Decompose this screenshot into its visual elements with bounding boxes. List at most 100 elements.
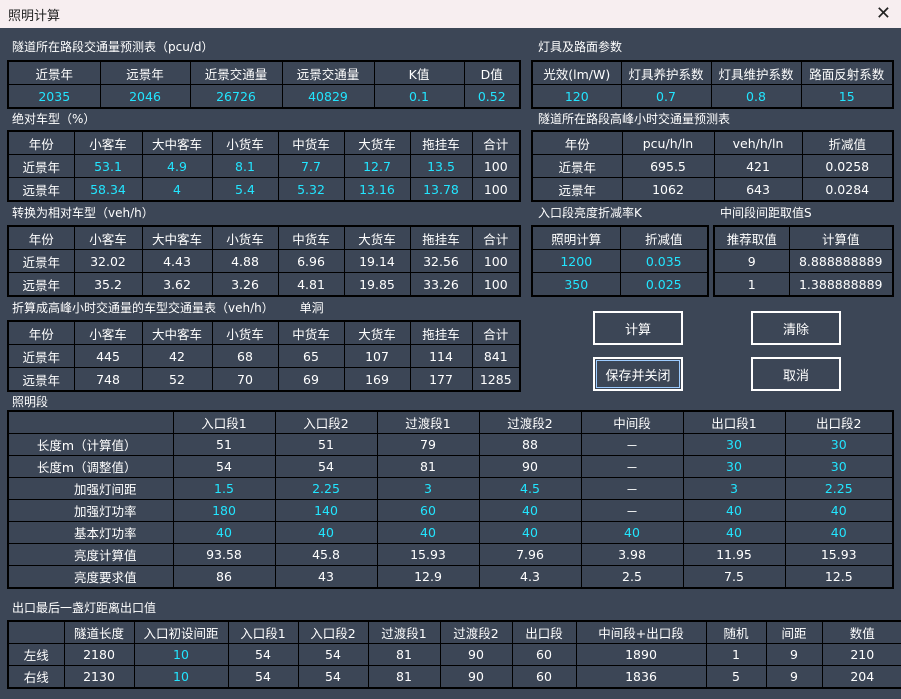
table-cell[interactable]: 右线 <box>7 665 65 689</box>
table-cell[interactable]: 长度m（计算值） <box>7 433 174 456</box>
table-cell[interactable]: 35.2 <box>73 272 143 297</box>
table-cell[interactable]: 86 <box>172 565 276 589</box>
table-cell[interactable]: 90 <box>478 455 582 478</box>
table-cell[interactable]: 7.96 <box>478 543 582 566</box>
table-cell[interactable]: 3 <box>376 477 480 500</box>
table-cell[interactable]: 32.56 <box>409 249 473 273</box>
table-cell[interactable]: 40 <box>784 499 894 522</box>
table-cell[interactable]: 40 <box>682 499 786 522</box>
table-cell[interactable]: 0.52 <box>463 84 521 109</box>
table-cell[interactable]: 19.14 <box>343 249 411 273</box>
table-cell[interactable]: 43 <box>274 565 378 589</box>
table-cell[interactable]: 亮度要求值 <box>7 565 174 589</box>
table-cell[interactable]: － <box>580 455 684 478</box>
table-cell[interactable]: 51 <box>274 433 378 456</box>
table-cell[interactable]: 140 <box>274 499 378 522</box>
table-cell[interactable]: 加强灯间距 <box>7 477 174 500</box>
table-cell[interactable]: 13.78 <box>409 177 473 202</box>
table-cell[interactable]: 40 <box>274 521 378 544</box>
table-cell[interactable]: 204 <box>821 665 901 689</box>
table-cell[interactable]: 19.85 <box>343 272 411 297</box>
table-cell[interactable]: 54 <box>227 643 299 666</box>
table-cell[interactable]: 11.95 <box>682 543 786 566</box>
table-cell[interactable]: 40 <box>580 521 684 544</box>
table-cell[interactable]: 421 <box>713 154 803 178</box>
table-cell[interactable]: 1285 <box>471 367 521 392</box>
table-cell[interactable]: 近景年 <box>7 344 75 368</box>
table-cell[interactable]: 42 <box>141 344 213 368</box>
table-cell[interactable]: 54 <box>297 643 369 666</box>
table-cell[interactable]: 远景年 <box>7 367 75 392</box>
table-cell[interactable]: 13.5 <box>409 154 473 178</box>
table-cell[interactable]: 4 <box>141 177 213 202</box>
table-cell[interactable]: 2046 <box>99 84 191 109</box>
table-cell[interactable]: 100 <box>471 272 521 297</box>
table-cell[interactable]: 2.25 <box>274 477 378 500</box>
table-cell[interactable]: 350 <box>531 272 621 297</box>
table-cell[interactable]: 4.88 <box>211 249 279 273</box>
table-cell[interactable]: 40 <box>784 521 894 544</box>
table-cell[interactable]: 32.02 <box>73 249 143 273</box>
table-cell[interactable]: 12.9 <box>376 565 480 589</box>
table-cell[interactable]: 90 <box>439 665 513 689</box>
table-cell[interactable]: 120 <box>531 84 622 109</box>
table-cell[interactable]: 8.1 <box>211 154 279 178</box>
table-cell[interactable]: 45.8 <box>274 543 378 566</box>
table-cell[interactable]: 54 <box>227 665 299 689</box>
table-cell[interactable]: 2035 <box>7 84 101 109</box>
table-cell[interactable]: 40 <box>172 521 276 544</box>
table-cell[interactable]: 58.34 <box>73 177 143 202</box>
table-cell[interactable]: 9 <box>713 249 790 273</box>
table-cell[interactable]: － <box>580 477 684 500</box>
table-cell[interactable]: 26726 <box>189 84 283 109</box>
table-cell[interactable]: 54 <box>274 455 378 478</box>
table-cell[interactable]: 4.3 <box>478 565 582 589</box>
table-cell[interactable]: 60 <box>376 499 480 522</box>
table-cell[interactable]: 近景年 <box>531 154 623 178</box>
table-cell[interactable]: 69 <box>277 367 345 392</box>
table-cell[interactable]: 远景年 <box>7 177 75 202</box>
table-cell[interactable]: 60 <box>511 665 577 689</box>
table-cell[interactable]: 52 <box>141 367 213 392</box>
table-cell[interactable]: 12.7 <box>343 154 411 178</box>
table-cell[interactable]: 1200 <box>531 249 621 273</box>
table-cell[interactable]: 30 <box>682 455 786 478</box>
table-cell[interactable]: 30 <box>784 455 894 478</box>
table-cell[interactable]: 4.5 <box>478 477 582 500</box>
table-cell[interactable]: － <box>580 433 684 456</box>
table-cell[interactable]: 100 <box>471 249 521 273</box>
table-cell[interactable]: 15.93 <box>376 543 480 566</box>
table-cell[interactable]: 长度m（调整值） <box>7 455 174 478</box>
table-cell[interactable]: 748 <box>73 367 143 392</box>
table-cell[interactable]: 2.5 <box>580 565 684 589</box>
table-cell[interactable]: 加强灯功率 <box>7 499 174 522</box>
table-cell[interactable]: 7.5 <box>682 565 786 589</box>
table-cell[interactable]: 40 <box>376 521 480 544</box>
table-cell[interactable]: 9 <box>765 665 823 689</box>
table-cell[interactable]: 107 <box>343 344 411 368</box>
table-cell[interactable]: － <box>580 499 684 522</box>
table-cell[interactable]: 40829 <box>281 84 375 109</box>
table-cell[interactable]: 1062 <box>621 177 715 202</box>
table-cell[interactable]: 93.58 <box>172 543 276 566</box>
table-cell[interactable]: 114 <box>409 344 473 368</box>
table-cell[interactable]: 0.025 <box>619 272 709 297</box>
table-cell[interactable]: 4.43 <box>141 249 213 273</box>
table-cell[interactable]: 40 <box>682 521 786 544</box>
table-cell[interactable]: 81 <box>376 455 480 478</box>
table-cell[interactable]: 40 <box>478 499 582 522</box>
save-close-button[interactable]: 保存并关闭 <box>593 357 683 391</box>
table-cell[interactable]: 15 <box>800 84 894 109</box>
table-cell[interactable]: 左线 <box>7 643 65 666</box>
table-cell[interactable]: 841 <box>471 344 521 368</box>
table-cell[interactable]: 7.7 <box>277 154 345 178</box>
table-cell[interactable]: 60 <box>511 643 577 666</box>
table-cell[interactable]: 40 <box>478 521 582 544</box>
table-cell[interactable]: 30 <box>682 433 786 456</box>
table-cell[interactable]: 0.0258 <box>801 154 894 178</box>
table-cell[interactable]: 100 <box>471 177 521 202</box>
table-cell[interactable]: 65 <box>277 344 345 368</box>
table-cell[interactable]: 0.8 <box>710 84 802 109</box>
table-cell[interactable]: 远景年 <box>531 177 623 202</box>
table-cell[interactable]: 3.62 <box>141 272 213 297</box>
